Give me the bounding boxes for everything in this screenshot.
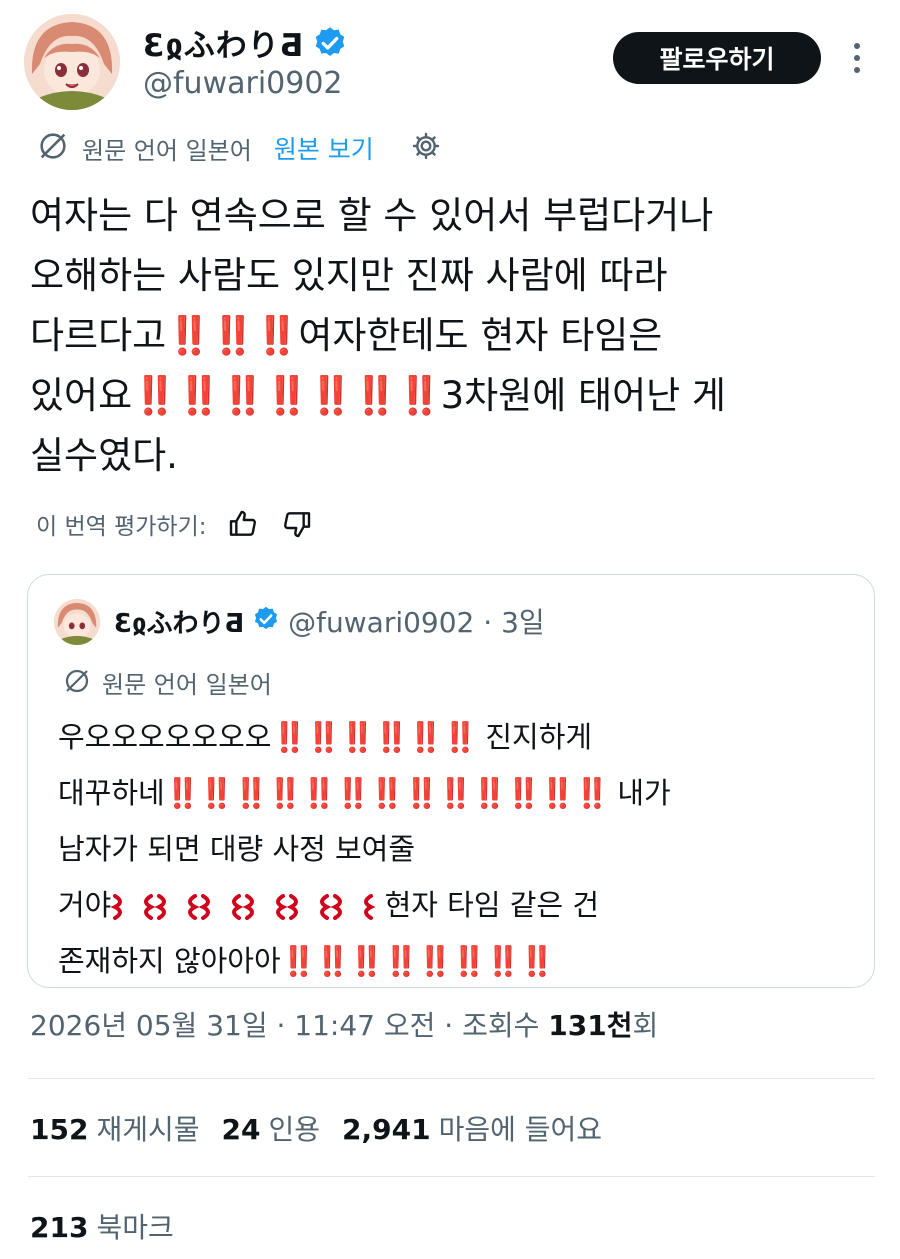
gear-icon[interactable]: [410, 130, 442, 166]
bookmarks-stat[interactable]: 213 북마크: [30, 1206, 174, 1246]
anger-symbol-icon: [243, 894, 288, 920]
exclamation-emoji: ‼️‼️‼️‼️‼️‼️: [271, 720, 478, 754]
quotes-stat[interactable]: 24 인용: [222, 1108, 321, 1148]
more-options-icon[interactable]: [842, 38, 872, 78]
view-count: 131천: [548, 1009, 633, 1042]
quoted-line: 존재하지 않아아아‼️‼️‼️‼️‼️‼️‼️‼️: [58, 944, 556, 978]
divider: [28, 1176, 875, 1177]
quoted-line: 거야 현자 타임 같은 건: [58, 888, 600, 922]
thumbs-up-icon[interactable]: [225, 506, 261, 542]
quoted-tweet-text: 우오오오오오오오‼️‼️‼️‼️‼️‼️ 진지하게 대꾸하네‼️‼️‼️‼️‼️…: [58, 709, 858, 989]
quoted-tweet-header: ƐჲふわりƋ @fuwari0902 · 3일: [114, 601, 545, 641]
verified-badge-icon: [252, 605, 280, 637]
quoted-line: 남자가 되면 대량 사정 보여줄: [58, 832, 416, 866]
author-handle[interactable]: @fuwari0902: [143, 66, 343, 101]
rate-translation-bar: 이 번역 평가하기:: [36, 502, 315, 546]
thumbs-down-icon[interactable]: [279, 506, 315, 542]
angry-emoji-group: [111, 888, 376, 922]
divider: [28, 1078, 875, 1079]
anger-symbol-icon: [287, 894, 332, 920]
tweet-line: 다르다고‼️‼️‼️여자한테도 현자 타임은: [30, 314, 663, 357]
tweet-line: 있어요‼️‼️‼️‼️‼️‼️‼️3차원에 태어난 게: [30, 374, 726, 417]
tweet-timestamp[interactable]: 2026년 05월 31일 · 11:47 오전 · 조회수 131천회: [30, 1004, 658, 1044]
author-name-row: ƐჲふわりƋ: [143, 20, 348, 65]
exclamation-emoji: ‼️‼️‼️‼️‼️‼️‼️‼️: [280, 944, 556, 978]
quoted-tweet-card[interactable]: ƐჲふわりƋ @fuwari0902 · 3일 원문 언어 일본어 우오오오오오…: [27, 574, 875, 988]
exclamation-emoji: ‼️‼️‼️‼️‼️‼️‼️: [132, 374, 442, 417]
quoted-line: 우오오오오오오오‼️‼️‼️‼️‼️‼️ 진지하게: [58, 720, 593, 754]
retweets-stat[interactable]: 152 재게시물: [30, 1108, 200, 1148]
exclamation-emoji: ‼️‼️‼️‼️‼️‼️‼️‼️‼️‼️‼️‼️‼️: [164, 776, 610, 810]
follow-button[interactable]: 팔로우하기: [613, 32, 821, 84]
anger-symbol-icon: [199, 894, 244, 920]
translation-bar: 원문 언어 일본어 원본 보기: [36, 126, 442, 170]
view-original-link[interactable]: 원본 보기: [274, 130, 374, 166]
exclamation-emoji: ‼️‼️‼️: [166, 314, 300, 357]
translation-source-label: 원문 언어 일본어: [82, 136, 252, 165]
author-display-name[interactable]: ƐჲふわりƋ: [143, 20, 304, 65]
likes-stat[interactable]: 2,941 마음에 들어요: [342, 1108, 602, 1148]
quoted-translation-source-label: 원문 언어 일본어: [102, 671, 272, 699]
tweet-header: ƐჲふわりƋ @fuwari0902 팔로우하기: [0, 0, 900, 120]
engagement-stats: 152 재게시물 24 인용 2,941 마음에 들어요: [30, 1108, 602, 1148]
author-avatar[interactable]: [24, 14, 120, 110]
quoted-handle-time: @fuwari0902 · 3일: [288, 606, 545, 639]
rate-translation-label: 이 번역 평가하기:: [36, 514, 207, 540]
verified-badge-icon[interactable]: [312, 25, 348, 61]
tweet-line: 여자는 다 연속으로 할 수 있어서 부럽다거나: [30, 194, 714, 237]
translate-icon: [62, 666, 92, 700]
tweet-line: 실수였다.: [30, 434, 178, 477]
quoted-line: 대꾸하네‼️‼️‼️‼️‼️‼️‼️‼️‼️‼️‼️‼️‼️ 내가: [58, 776, 671, 810]
anger-symbol-icon: [111, 894, 156, 920]
anger-symbol-icon: [155, 894, 200, 920]
tweet-text: 여자는 다 연속으로 할 수 있어서 부럽다거나 오해하는 사람도 있지만 진짜…: [30, 186, 880, 486]
quoted-author-name: ƐჲふわりƋ: [114, 608, 245, 639]
quoted-translation-bar: 원문 언어 일본어: [62, 665, 272, 700]
tweet-line: 오해하는 사람도 있지만 진짜 사람에 따라: [30, 254, 668, 297]
translate-icon: [36, 129, 70, 167]
quoted-author-avatar[interactable]: [54, 599, 100, 645]
anger-symbol-icon: [331, 894, 376, 920]
